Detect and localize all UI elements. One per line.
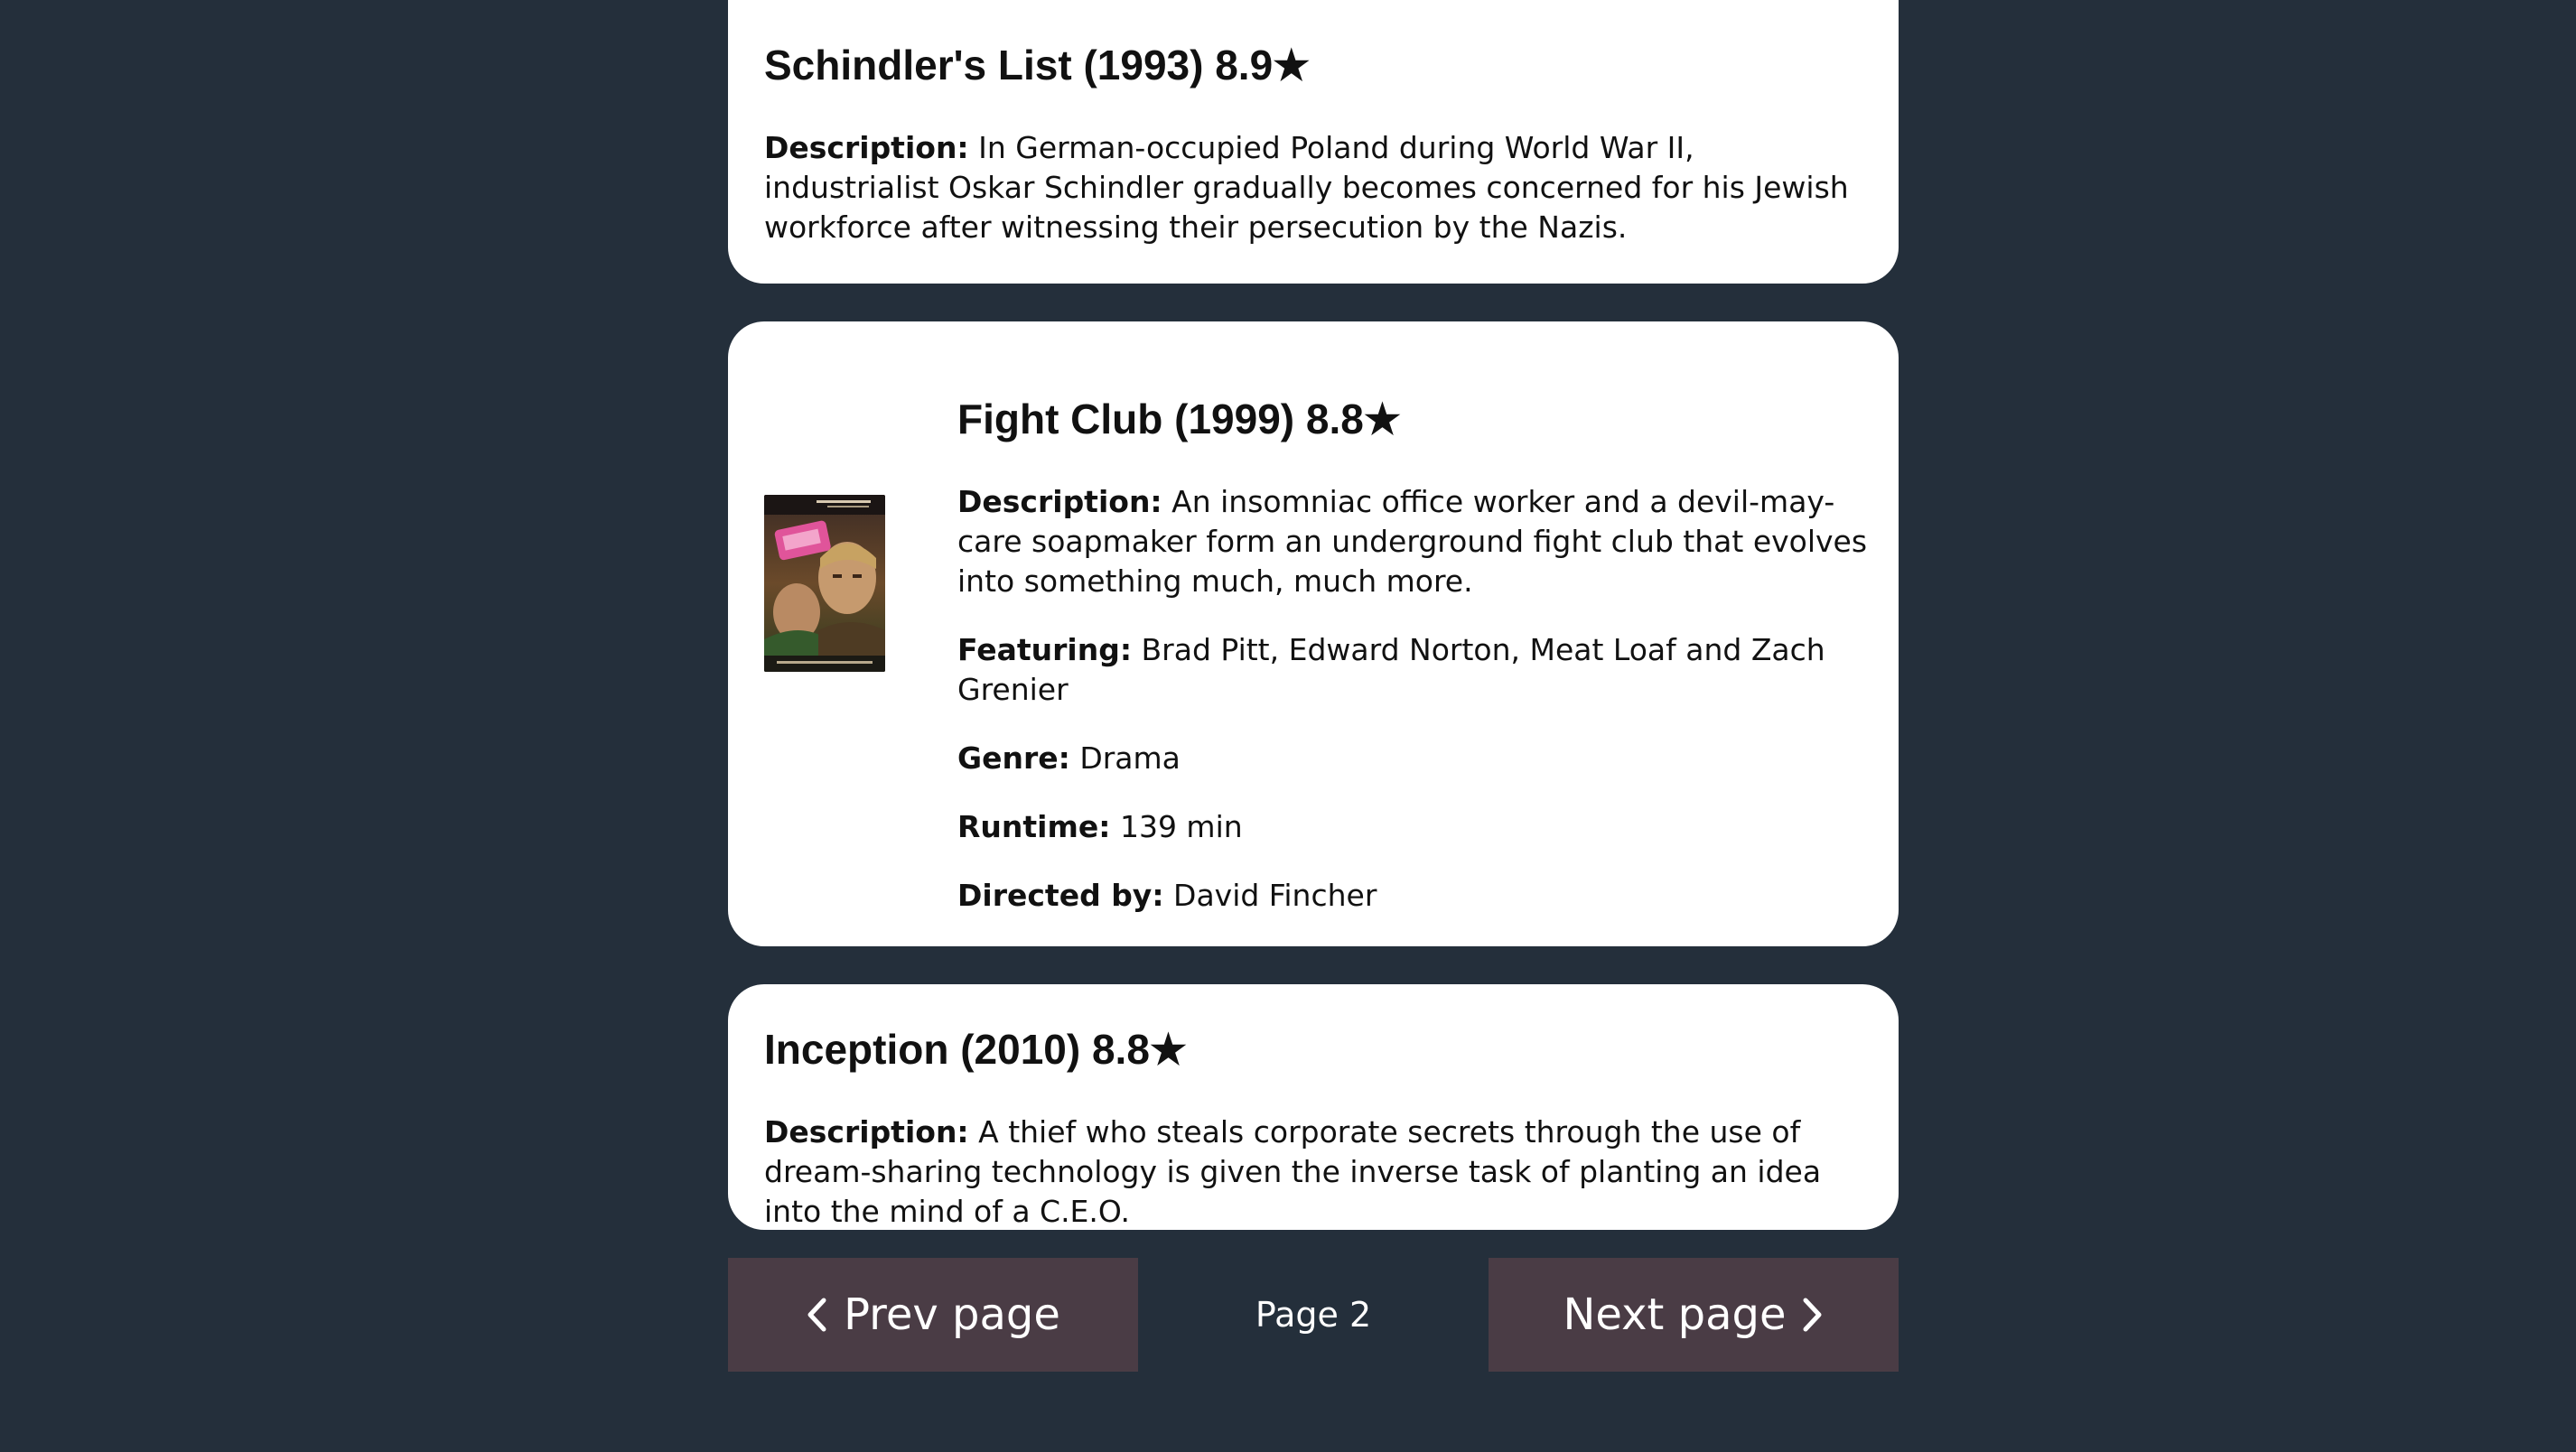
director-text: David Fincher [1173, 878, 1377, 913]
movie-details: Fight Club (1999) 8.8★ Description: An i… [957, 394, 1870, 945]
movie-description: Description: An insomniac office worker … [957, 482, 1870, 601]
description-label: Description: [764, 1114, 969, 1150]
genre-label: Genre: [957, 740, 1070, 776]
director-label: Directed by: [957, 878, 1164, 913]
page-indicator: Page 2 [1255, 1295, 1372, 1335]
movie-card: Schindler's List (1993) 8.9★ Description… [728, 0, 1899, 284]
description-label: Description: [764, 130, 969, 165]
movie-description: Description: In German-occupied Poland d… [764, 128, 1862, 247]
next-page-label: Next page [1563, 1289, 1787, 1340]
movie-genre: Genre: Drama [957, 739, 1870, 778]
next-page-button[interactable]: Next page [1489, 1258, 1899, 1372]
chevron-left-icon [806, 1297, 827, 1333]
pagination: Prev page Page 2 Next page [728, 1258, 1899, 1372]
movie-runtime: Runtime: 139 min [957, 807, 1870, 847]
movie-director: Directed by: David Fincher [957, 876, 1870, 916]
description-label: Description: [957, 484, 1162, 519]
runtime-label: Runtime: [957, 809, 1111, 844]
movie-title: Inception (2010) 8.8★ [764, 1026, 1188, 1073]
movie-card: Inception (2010) 8.8★ Description: A thi… [728, 984, 1899, 1230]
movie-description: Description: A thief who steals corporat… [764, 1112, 1862, 1232]
movie-title: Fight Club (1999) 8.8★ [957, 396, 1402, 442]
genre-text: Drama [1079, 740, 1181, 776]
featuring-label: Featuring: [957, 632, 1133, 667]
prev-page-label: Prev page [844, 1289, 1060, 1340]
movie-card-expanded[interactable]: Fight Club (1999) 8.8★ Description: An i… [728, 321, 1899, 946]
prev-page-button[interactable]: Prev page [728, 1258, 1138, 1372]
movie-title: Schindler's List (1993) 8.9★ [764, 42, 1311, 88]
movie-cast: Featuring: Brad Pitt, Edward Norton, Mea… [957, 630, 1870, 710]
chevron-right-icon [1802, 1297, 1824, 1333]
runtime-text: 139 min [1119, 809, 1243, 844]
movie-poster-image [764, 495, 885, 672]
